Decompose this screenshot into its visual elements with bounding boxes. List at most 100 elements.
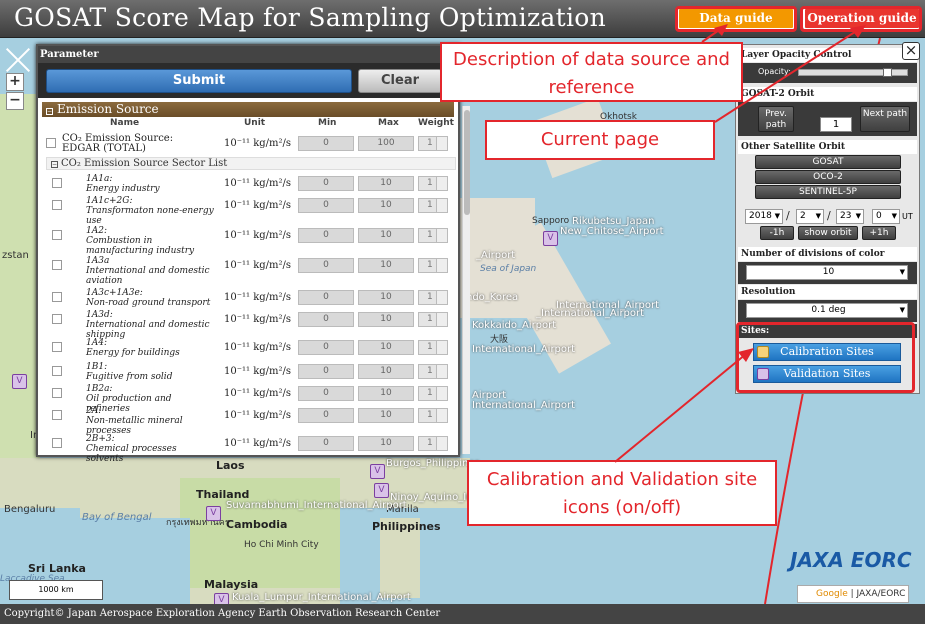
sector-max[interactable]: 10 bbox=[358, 364, 414, 379]
sector-unit: 10⁻¹¹ kg/m²/s bbox=[224, 260, 292, 271]
total-row-weight[interactable]: 1 bbox=[418, 136, 448, 151]
month-select[interactable]: 2 ▼ bbox=[796, 209, 824, 224]
sector-weight[interactable]: 1 bbox=[418, 228, 448, 243]
sector-desc: Energy for buildings bbox=[86, 348, 180, 358]
sector-code: 1B2a: bbox=[86, 384, 113, 394]
sector-checkbox[interactable] bbox=[52, 292, 62, 302]
sector-min[interactable]: 0 bbox=[298, 228, 354, 243]
sector-min[interactable]: 0 bbox=[298, 436, 354, 451]
opacity-slider[interactable] bbox=[798, 68, 908, 77]
parameter-scrollbar[interactable] bbox=[462, 106, 470, 454]
year-value: 2018 bbox=[749, 211, 772, 221]
opacity-slider-handle[interactable] bbox=[883, 68, 892, 77]
parameter-close-icon[interactable] bbox=[4, 46, 32, 74]
resolution-select[interactable]: 0.1 deg ▼ bbox=[746, 303, 908, 318]
year-select[interactable]: 2018 ▼ bbox=[745, 209, 783, 224]
clear-button[interactable]: Clear bbox=[358, 69, 442, 93]
sector-checkbox[interactable] bbox=[52, 366, 62, 376]
sector-max[interactable]: 10 bbox=[358, 340, 414, 355]
sector-weight[interactable]: 1 bbox=[418, 436, 448, 451]
sector-min[interactable]: 0 bbox=[298, 408, 354, 423]
sector-max[interactable]: 10 bbox=[358, 436, 414, 451]
sector-checkbox[interactable] bbox=[52, 438, 62, 448]
column-headers: Name Unit Min Max Weight bbox=[42, 118, 454, 130]
sector-name: 2B+3: Chemical processes solvents bbox=[86, 434, 216, 464]
sector-checkbox[interactable] bbox=[52, 388, 62, 398]
divisions-header: Number of divisions of color bbox=[738, 247, 917, 261]
collapse-icon[interactable]: − bbox=[51, 161, 58, 168]
total-row-checkbox[interactable] bbox=[46, 138, 56, 148]
path-number-input[interactable]: 1 bbox=[820, 117, 852, 132]
sector-checkbox[interactable] bbox=[52, 342, 62, 352]
sector-weight[interactable]: 1 bbox=[418, 312, 448, 327]
sector-checkbox[interactable] bbox=[52, 260, 62, 270]
sector-weight[interactable]: 1 bbox=[418, 364, 448, 379]
sector-unit: 10⁻¹¹ kg/m²/s bbox=[224, 388, 292, 399]
prev-path-button[interactable]: Prev. path bbox=[758, 106, 794, 132]
sector-checkbox[interactable] bbox=[52, 230, 62, 240]
col-unit: Unit bbox=[244, 118, 266, 128]
sector-checkbox[interactable] bbox=[52, 178, 62, 188]
sector-max[interactable]: 10 bbox=[358, 176, 414, 191]
scrollbar-thumb[interactable] bbox=[464, 110, 470, 215]
panel-close-icon[interactable]: × bbox=[902, 42, 920, 60]
emission-source-header[interactable]: − Emission Source bbox=[42, 102, 454, 117]
sector-min[interactable]: 0 bbox=[298, 290, 354, 305]
hour-select[interactable]: 0 ▼ bbox=[872, 209, 900, 224]
total-row-max[interactable]: 100 bbox=[358, 136, 414, 151]
sector-max[interactable]: 10 bbox=[358, 228, 414, 243]
sector-desc: Fugitive from solid bbox=[86, 372, 173, 382]
sector-max[interactable]: 10 bbox=[358, 386, 414, 401]
sector-checkbox[interactable] bbox=[52, 200, 62, 210]
plus-1h-button[interactable]: +1h bbox=[862, 226, 896, 240]
sector-min[interactable]: 0 bbox=[298, 340, 354, 355]
sector-code: 1A3d: bbox=[86, 310, 113, 320]
col-weight: Weight bbox=[418, 118, 454, 128]
month-value: 2 bbox=[800, 211, 806, 221]
sector-max[interactable]: 10 bbox=[358, 258, 414, 273]
chevron-down-icon: ▼ bbox=[891, 212, 897, 220]
gosat2-orbit-header: GOSAT-2 Orbit bbox=[738, 87, 917, 101]
sector-min[interactable]: 0 bbox=[298, 258, 354, 273]
total-row-min[interactable]: 0 bbox=[298, 136, 354, 151]
next-path-button[interactable]: Next path bbox=[860, 106, 910, 132]
sector-weight[interactable]: 1 bbox=[418, 408, 448, 423]
submit-button[interactable]: Submit bbox=[46, 69, 352, 93]
sector-min[interactable]: 0 bbox=[298, 386, 354, 401]
sector-weight[interactable]: 1 bbox=[418, 198, 448, 213]
sector-max[interactable]: 10 bbox=[358, 408, 414, 423]
sector-list-header[interactable]: − CO₂ Emission Source Sector List bbox=[46, 157, 456, 170]
sector-max[interactable]: 10 bbox=[358, 312, 414, 327]
sector-min[interactable]: 0 bbox=[298, 176, 354, 191]
sector-name: 1A3d: International and domestic shipping bbox=[86, 310, 216, 340]
collapse-icon[interactable]: − bbox=[46, 108, 53, 115]
sector-weight[interactable]: 1 bbox=[418, 258, 448, 273]
sector-weight[interactable]: 1 bbox=[418, 176, 448, 191]
satellite-oco2-button[interactable]: OCO-2 bbox=[755, 170, 901, 184]
minus-1h-button[interactable]: -1h bbox=[760, 226, 794, 240]
show-orbit-button[interactable]: show orbit bbox=[798, 226, 858, 240]
day-select[interactable]: 23 ▼ bbox=[836, 209, 864, 224]
highlight-operation-guide bbox=[800, 6, 922, 32]
sector-min[interactable]: 0 bbox=[298, 312, 354, 327]
sector-name: 1A1a: Energy industry bbox=[86, 174, 216, 194]
sector-max[interactable]: 10 bbox=[358, 198, 414, 213]
owner-label: JAXA/EORC bbox=[856, 589, 906, 599]
sector-checkbox[interactable] bbox=[52, 410, 62, 420]
date-separator: / bbox=[827, 209, 831, 222]
satellite-sentinel5p-button[interactable]: SENTINEL-5P bbox=[755, 185, 901, 199]
sector-code: 1A1a: bbox=[86, 174, 113, 184]
divisions-select[interactable]: 10 ▼ bbox=[746, 265, 908, 280]
timezone-label: UT bbox=[902, 212, 913, 221]
sector-weight[interactable]: 1 bbox=[418, 386, 448, 401]
sector-weight[interactable]: 1 bbox=[418, 340, 448, 355]
sector-desc: Energy industry bbox=[86, 184, 160, 194]
sector-weight[interactable]: 1 bbox=[418, 290, 448, 305]
sector-min[interactable]: 0 bbox=[298, 364, 354, 379]
sector-checkbox[interactable] bbox=[52, 314, 62, 324]
sector-min[interactable]: 0 bbox=[298, 198, 354, 213]
satellite-gosat-button[interactable]: GOSAT bbox=[755, 155, 901, 169]
zoom-in-button[interactable]: + bbox=[6, 73, 24, 91]
zoom-out-button[interactable]: − bbox=[6, 92, 24, 110]
sector-max[interactable]: 10 bbox=[358, 290, 414, 305]
